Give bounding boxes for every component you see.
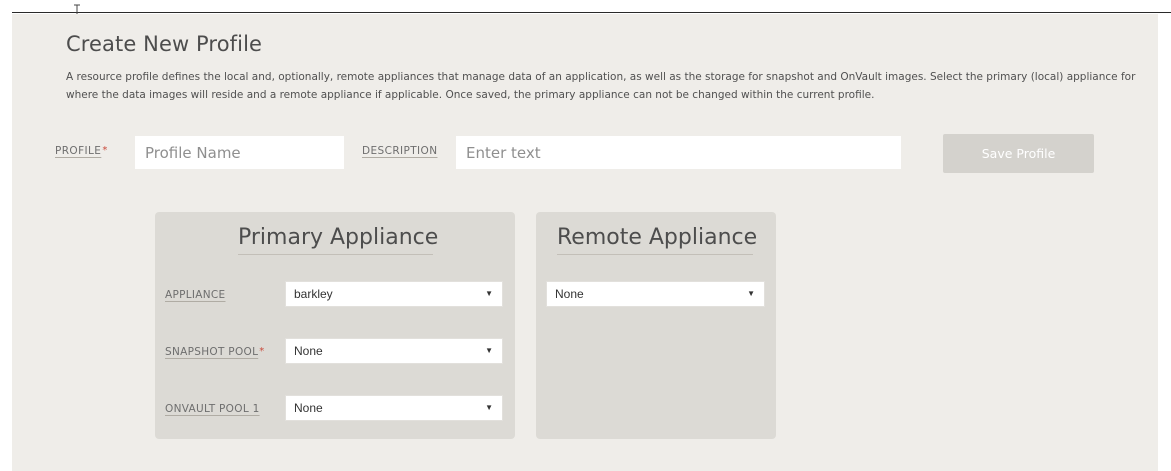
appliance-label: APPLIANCE	[165, 289, 226, 301]
description-label: DESCRIPTION	[362, 145, 438, 157]
primary-appliance-title: Primary Appliance	[238, 225, 439, 250]
profile-label: PROFILE*	[55, 145, 108, 157]
remote-appliance-value: None	[555, 287, 584, 301]
chevron-down-icon: ▼	[485, 346, 493, 355]
onvault-pool-select[interactable]: None ▼	[285, 395, 503, 421]
description-input[interactable]	[456, 136, 901, 169]
chevron-down-icon: ▼	[747, 289, 755, 298]
snapshot-pool-select[interactable]: None ▼	[285, 338, 503, 364]
remote-title-rule	[557, 254, 753, 255]
snapshot-pool-label: SNAPSHOT POOL*	[165, 346, 265, 358]
chevron-down-icon: ▼	[485, 289, 493, 298]
top-divider	[12, 12, 1171, 13]
primary-title-rule	[238, 254, 433, 255]
page-title: Create New Profile	[66, 32, 263, 56]
onvault-pool-value: None	[294, 401, 323, 415]
page-description: A resource profile defines the local and…	[66, 71, 1136, 101]
snapshot-pool-value: None	[294, 344, 323, 358]
onvault-pool-label: ONVAULT POOL 1	[165, 403, 260, 415]
required-marker: *	[102, 145, 108, 156]
chevron-down-icon: ▼	[485, 403, 493, 412]
primary-appliance-select[interactable]: barkley ▼	[285, 281, 503, 307]
profile-name-input[interactable]	[135, 136, 344, 169]
remote-appliance-title: Remote Appliance	[557, 225, 758, 250]
required-marker: *	[259, 346, 265, 357]
primary-appliance-value: barkley	[294, 287, 333, 301]
remote-appliance-select[interactable]: None ▼	[546, 281, 765, 307]
save-profile-button[interactable]: Save Profile	[943, 134, 1094, 173]
